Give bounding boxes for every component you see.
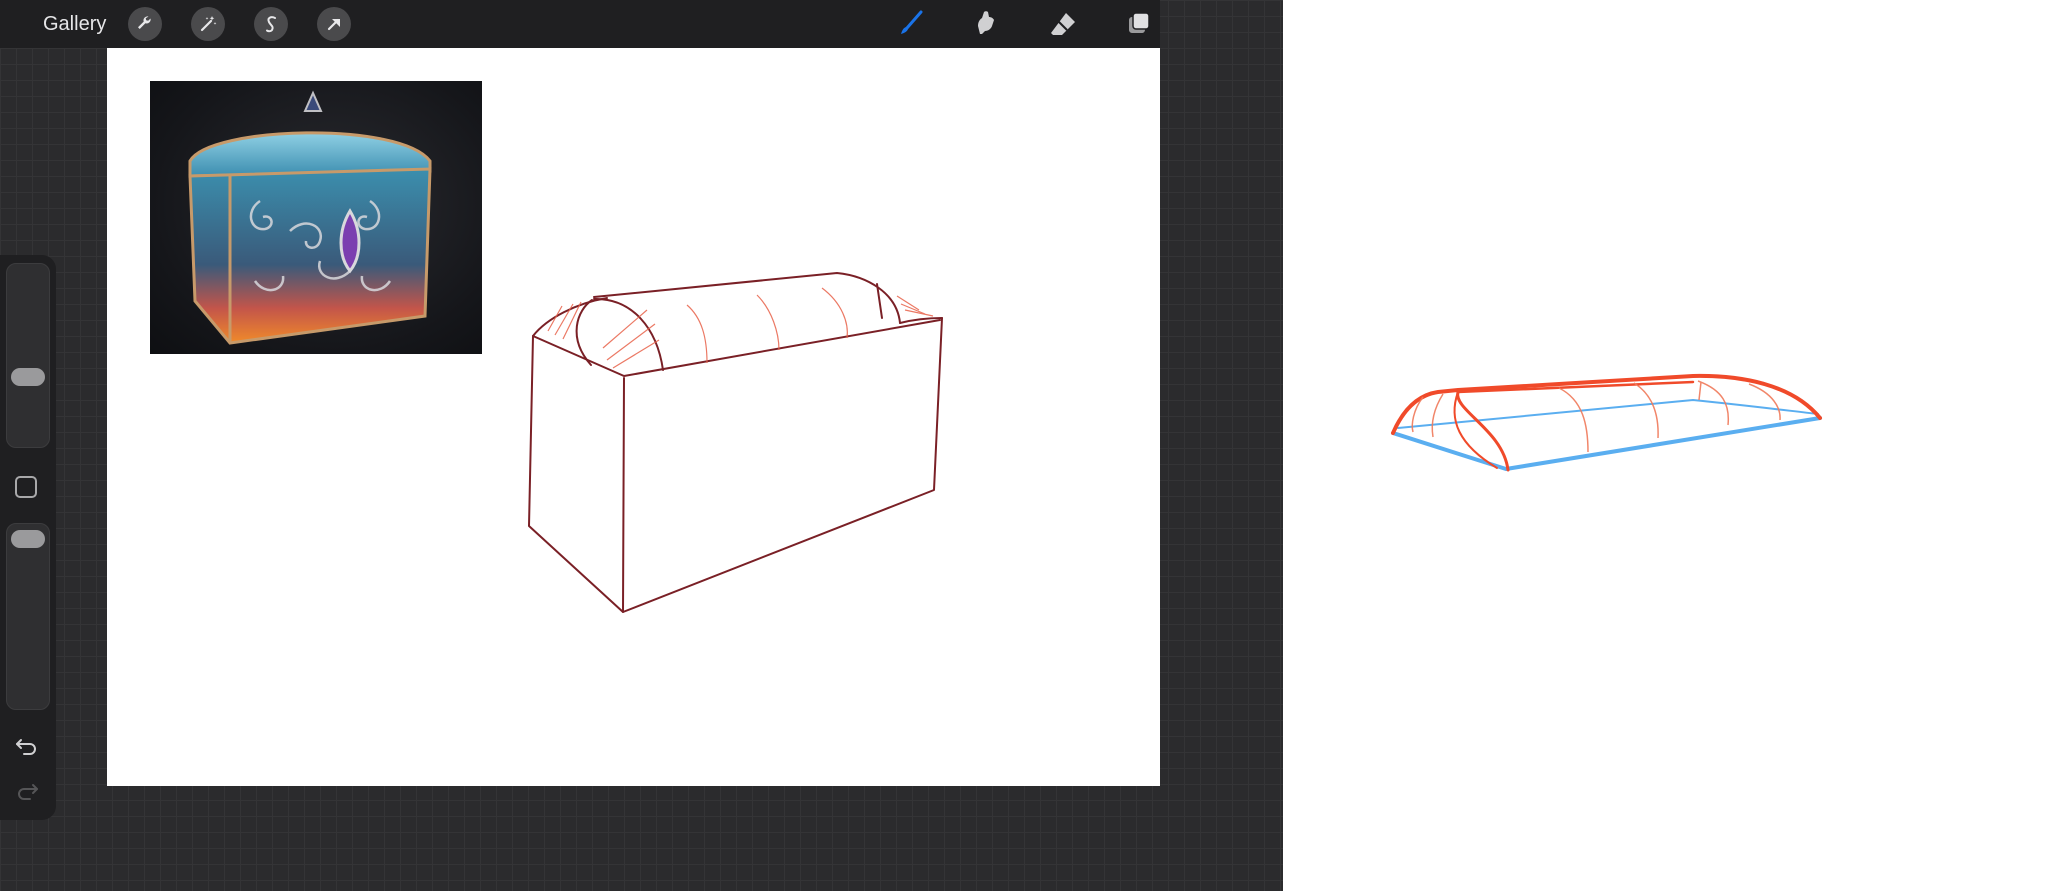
wrench-icon[interactable] <box>128 7 162 41</box>
modify-button[interactable] <box>15 476 37 498</box>
workspace-background <box>0 786 1283 891</box>
top-toolbar: Gallery <box>0 0 1160 48</box>
drawing-canvas[interactable] <box>107 48 1160 786</box>
brush-size-thumb[interactable] <box>11 368 45 386</box>
brush-icon[interactable] <box>893 6 929 42</box>
gallery-button[interactable]: Gallery <box>43 12 106 36</box>
undo-icon[interactable] <box>14 734 40 760</box>
layers-icon[interactable] <box>1121 6 1157 42</box>
procreate-app: Gallery <box>0 0 1283 891</box>
chest-box-sketch <box>528 272 943 613</box>
selection-s-icon[interactable] <box>254 7 288 41</box>
brush-size-slider[interactable] <box>6 263 50 448</box>
opacity-thumb[interactable] <box>11 530 45 548</box>
opacity-slider[interactable] <box>6 523 50 710</box>
smudge-icon[interactable] <box>968 6 1004 42</box>
cylinder-lid-sketch <box>1391 373 1822 472</box>
magic-wand-icon[interactable] <box>191 7 225 41</box>
eraser-icon[interactable] <box>1045 6 1081 42</box>
transform-arrow-icon[interactable] <box>317 7 351 41</box>
left-sidebar <box>0 255 56 820</box>
